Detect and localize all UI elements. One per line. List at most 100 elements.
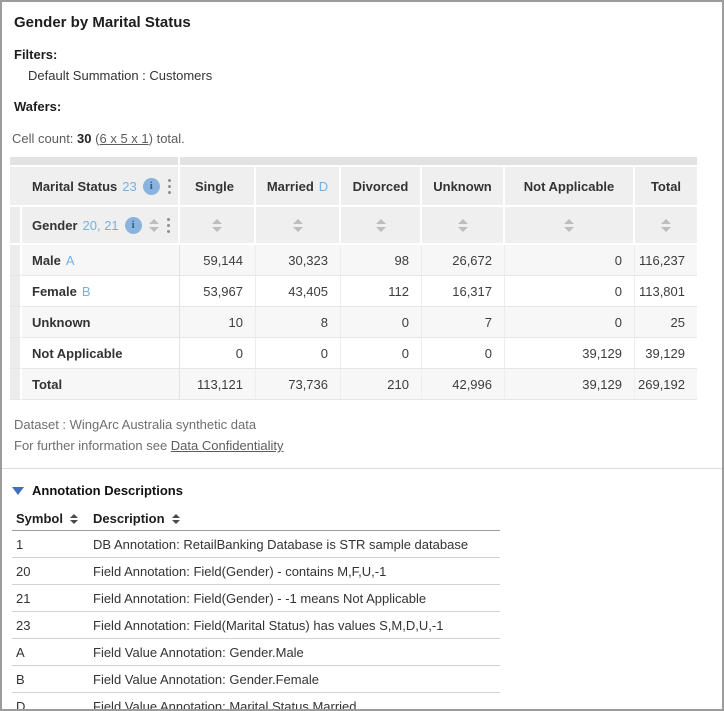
row-handle[interactable] [10,369,22,400]
description-column-header: Description [93,511,500,526]
row-label-cell: Female B [22,276,180,307]
data-cell: 0 [256,338,341,369]
column-header-row: Marital Status 23 i Single Married D Div… [10,167,697,207]
annotation-symbol: A [12,645,93,660]
cell-count-link[interactable]: 6 x 5 x 1 [99,131,148,146]
column-header-unknown: Unknown [422,167,505,207]
annotation-row: A Field Value Annotation: Gender.Male [12,639,500,666]
filters-label: Filters: [14,47,722,62]
sort-control[interactable] [70,514,78,524]
annotation-symbol: 23 [12,618,93,633]
data-cell: 26,672 [422,245,505,276]
annotation-row: 23 Field Annotation: Field(Marital Statu… [12,612,500,639]
data-cell: 0 [422,338,505,369]
column-dimension-annotation-refs[interactable]: 23 [122,179,136,194]
annotation-table: Symbol Description 1 DB Annotation: Reta… [12,507,500,711]
row-dimension-row: Gender 20, 21 i [10,207,697,245]
row-label-cell: Unknown [22,307,180,338]
table-row-female: Female B 53,967 43,405 112 16,317 0 113,… [10,276,697,307]
data-cell: 73,736 [256,369,341,400]
annotation-row: 20 Field Annotation: Field(Gender) - con… [12,558,500,585]
column-annotation[interactable]: D [319,179,328,194]
column-label: Married [267,179,314,194]
row-label: Unknown [32,315,91,330]
row-handle[interactable] [10,276,22,307]
data-cell: 0 [180,338,256,369]
column-label: Single [195,179,234,194]
data-confidentiality-link[interactable]: Data Confidentiality [171,438,284,453]
column-header-divorced: Divorced [341,167,422,207]
row-handle[interactable] [10,338,22,369]
column-dimension-cell: Marital Status 23 i [10,167,180,207]
row-label: Female [32,284,77,299]
data-cell: 30,323 [256,245,341,276]
sort-control[interactable] [212,219,222,232]
row-handle[interactable] [10,245,22,276]
data-cell: 53,967 [180,276,256,307]
row-annotation[interactable]: B [82,284,91,299]
annotation-row: 1 DB Annotation: RetailBanking Database … [12,531,500,558]
data-cell: 98 [341,245,422,276]
symbol-header-label: Symbol [16,511,63,526]
cell-count-line: Cell count: 30 (6 x 5 x 1) total. [12,131,722,146]
data-cell: 7 [422,307,505,338]
section-divider [2,468,722,469]
annotation-table-header: Symbol Description [12,507,500,531]
annotation-description: Field Value Annotation: Gender.Female [93,672,500,687]
column-header-single: Single [180,167,256,207]
collapse-triangle-icon[interactable] [12,487,24,495]
symbol-column-header: Symbol [12,511,93,526]
sort-control[interactable] [661,219,671,232]
kebab-menu-icon[interactable] [168,177,171,195]
row-dimension-annotation-refs[interactable]: 20, 21 [83,218,119,233]
column-label: Unknown [433,179,492,194]
row-annotation[interactable]: A [66,253,75,268]
data-cell: 113,121 [180,369,256,400]
data-cell: 39,129 [635,338,697,369]
data-cell: 16,317 [422,276,505,307]
row-handle[interactable] [10,207,22,245]
cell-count-paren-close: ) [149,131,153,146]
annotation-symbol: 20 [12,564,93,579]
column-header-married: Married D [256,167,341,207]
data-cell: 210 [341,369,422,400]
row-dimension-name: Gender [32,218,78,233]
data-cell: 39,129 [505,338,635,369]
sort-control[interactable] [149,219,159,232]
data-cell: 0 [505,245,635,276]
sort-control[interactable] [564,219,574,232]
data-cell: 0 [505,276,635,307]
data-cell: 43,405 [256,276,341,307]
row-label: Not Applicable [32,346,123,361]
annotation-description: Field Value Annotation: Gender.Male [93,645,500,660]
row-handle[interactable] [10,307,22,338]
sort-control[interactable] [458,219,468,232]
info-icon[interactable]: i [125,217,142,234]
data-cell: 0 [341,338,422,369]
cell-count-value: 30 [77,131,91,146]
annotation-symbol: 1 [12,537,93,552]
sort-control[interactable] [293,219,303,232]
sort-cell-married [256,207,341,245]
annotation-description: Field Value Annotation: Marital Status.M… [93,699,500,711]
data-cell: 113,801 [635,276,697,307]
annotation-symbol: D [12,699,93,711]
sort-control[interactable] [172,514,180,524]
column-band-strip [10,157,697,167]
info-icon[interactable]: i [143,178,160,195]
sort-control[interactable] [376,219,386,232]
confidentiality-prefix: For further information see [14,438,171,453]
row-label-cell: Not Applicable [22,338,180,369]
data-cell: 0 [341,307,422,338]
sort-cell-total [635,207,697,245]
kebab-menu-icon[interactable] [167,216,170,234]
column-label: Total [651,179,681,194]
row-label-cell: Male A [22,245,180,276]
wafers-label: Wafers: [14,99,722,114]
confidentiality-line: For further information see Data Confide… [14,435,722,456]
data-cell: 116,237 [635,245,697,276]
column-header-not-applicable: Not Applicable [505,167,635,207]
column-band-left [10,157,180,167]
annotation-section-header[interactable]: Annotation Descriptions [12,483,722,498]
cell-count-label: Cell count: [12,131,73,146]
